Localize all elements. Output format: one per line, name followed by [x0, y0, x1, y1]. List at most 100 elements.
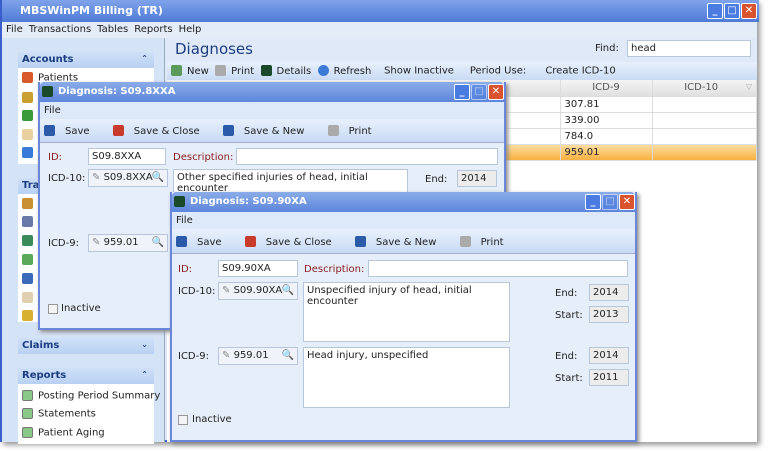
description-label: Description:: [173, 152, 234, 163]
label: Posting Period Summary: [38, 390, 161, 402]
label: New: [187, 65, 209, 77]
diagnosis-dialog-2: Diagnosis: S09.90XA _ □ ✕ File Save Save…: [170, 192, 637, 442]
menu-transactions[interactable]: Transactions: [29, 24, 91, 35]
find-input[interactable]: head: [627, 40, 751, 57]
icd9-lookup[interactable]: ✎ 959.01 🔍: [218, 347, 298, 365]
menu-file[interactable]: File: [6, 24, 23, 35]
print-button[interactable]: Print: [459, 236, 514, 248]
save-icon: [176, 236, 187, 247]
label: Refresh: [333, 65, 372, 77]
label: Save & Close: [265, 236, 332, 248]
group-icon: [22, 92, 33, 103]
label: ICD-10: [684, 82, 719, 94]
pin-icon: ✎: [222, 285, 231, 296]
cell-icd10: [652, 112, 757, 129]
printer-icon: [327, 125, 339, 136]
save-new-icon: [222, 125, 234, 136]
icd10-end-value: 2014: [589, 284, 629, 301]
icd10-lookup[interactable]: ✎ S09.90XA 🔍: [218, 282, 298, 300]
menu-file[interactable]: File: [172, 212, 635, 229]
show-inactive-button[interactable]: Show Inactive: [384, 66, 454, 77]
inactive-label: Inactive: [192, 414, 232, 425]
reports-header[interactable]: Reports ⌃: [18, 368, 154, 384]
maximize-button: □: [471, 84, 487, 100]
minimize-button[interactable]: _: [707, 3, 723, 19]
details-icon: [174, 196, 185, 207]
id-input[interactable]: S09.8XXA: [88, 148, 166, 165]
label: Save: [65, 125, 90, 137]
page-title: Diagnoses: [175, 40, 253, 58]
column-header-icd10[interactable]: ICD-10 ▽: [652, 80, 757, 97]
ledger-icon: [22, 235, 33, 246]
search-icon[interactable]: 🔍: [282, 285, 294, 296]
icd9-label: ICD-9:: [178, 351, 209, 362]
claims-header[interactable]: Claims ⌄: [18, 338, 154, 354]
envelope-icon: [22, 254, 33, 265]
label: Details: [276, 65, 312, 77]
minimize-button[interactable]: _: [585, 194, 601, 210]
description-label: Description:: [304, 264, 365, 275]
sidebar-item-patient-aging[interactable]: Patient Aging: [22, 427, 105, 443]
save-new-icon: [354, 236, 366, 247]
report-icon: [22, 390, 33, 401]
dialog-title: Diagnosis: S09.8XXA: [58, 86, 176, 97]
close-button[interactable]: ✕: [619, 194, 635, 210]
minimize-button[interactable]: _: [454, 84, 470, 100]
icd10-start-value: 2013: [589, 306, 629, 323]
icd9-lookup[interactable]: ✎ 959.01 🔍: [88, 234, 168, 252]
description-input[interactable]: [236, 148, 498, 165]
icd10-end-value: 2014: [457, 170, 497, 187]
print-button[interactable]: Print: [327, 125, 382, 137]
create-icd10-button[interactable]: Create ICD-10: [545, 66, 615, 77]
icd9-label: ICD-9:: [48, 238, 79, 249]
app-title: MBSWinPM Billing (TR): [20, 4, 163, 17]
label: Print: [480, 236, 504, 248]
sidebar-item-posting-period-summary[interactable]: Posting Period Summary: [22, 390, 160, 406]
filter-icon[interactable]: ▽: [746, 82, 752, 91]
start-label: Start:: [555, 310, 583, 321]
maximize-button[interactable]: □: [724, 3, 740, 19]
save-close-button[interactable]: Save & Close: [244, 236, 342, 248]
icd10-value: S09.8XXA: [103, 172, 153, 183]
column-header-icd9[interactable]: ICD-9: [560, 80, 653, 97]
period-use-button[interactable]: Period Use:: [470, 66, 526, 77]
inactive-checkbox[interactable]: [48, 304, 58, 314]
menu-reports[interactable]: Reports: [134, 24, 172, 35]
description-input[interactable]: [368, 260, 628, 277]
save-new-button[interactable]: Save & New: [354, 236, 447, 248]
sidebar-item-statements[interactable]: Statements: [22, 408, 96, 424]
menu-help[interactable]: Help: [179, 24, 202, 35]
save-button[interactable]: Save: [44, 125, 100, 137]
close-button[interactable]: ✕: [741, 3, 757, 19]
save-new-button[interactable]: Save & New: [222, 125, 315, 137]
close-button[interactable]: ✕: [488, 84, 504, 100]
dialog-title-bar: Diagnosis: S09.90XA: [172, 192, 635, 212]
icd10-lookup[interactable]: ✎ S09.8XXA 🔍: [88, 169, 168, 187]
print-button[interactable]: Print: [215, 65, 254, 77]
pin-icon: ✎: [92, 172, 101, 183]
refresh-icon: [317, 65, 329, 76]
id-input[interactable]: S09.90XA: [218, 260, 298, 277]
new-button[interactable]: New: [171, 65, 209, 77]
cell-icd10: [652, 144, 757, 161]
accounts-header[interactable]: Accounts ⌃: [18, 52, 154, 68]
icd10-description[interactable]: Unspecified injury of head, initial enco…: [303, 282, 510, 342]
save-button[interactable]: Save: [176, 236, 232, 248]
search-icon[interactable]: 🔍: [152, 237, 164, 248]
menu-file[interactable]: File: [40, 102, 504, 119]
menu-tables[interactable]: Tables: [97, 24, 128, 35]
icd10-label: ICD-10:: [178, 286, 216, 297]
claims-title: Claims: [22, 340, 60, 351]
details-button[interactable]: Details: [260, 65, 312, 77]
save-icon: [44, 125, 55, 136]
save-close-button[interactable]: Save & Close: [112, 125, 210, 137]
report-icon: [22, 408, 33, 419]
search-icon[interactable]: 🔍: [282, 350, 294, 361]
id-label: ID:: [48, 152, 63, 163]
refresh-button[interactable]: Refresh: [317, 65, 372, 77]
search-icon[interactable]: 🔍: [152, 172, 164, 183]
details-icon: [42, 86, 53, 97]
inactive-checkbox[interactable]: [178, 415, 188, 425]
accounts-title: Accounts: [22, 54, 74, 65]
icd9-description[interactable]: Head injury, unspecified: [303, 347, 510, 408]
